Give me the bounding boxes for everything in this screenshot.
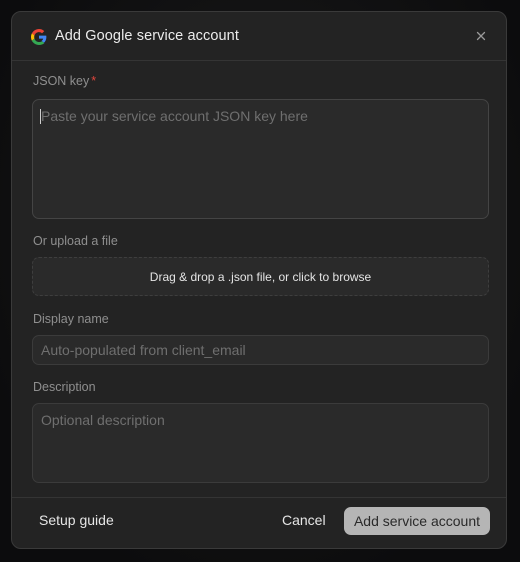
description-textarea[interactable] — [32, 403, 489, 483]
close-icon[interactable] — [474, 29, 488, 43]
add-service-account-button[interactable]: Add service account — [344, 507, 490, 535]
json-key-label-text: JSON key — [33, 74, 90, 88]
text-caret — [40, 109, 41, 124]
cancel-button[interactable]: Cancel — [274, 512, 334, 528]
google-icon — [31, 29, 47, 45]
file-dropzone[interactable]: Drag & drop a .json file, or click to br… — [32, 257, 489, 296]
dialog-header: Add Google service account — [12, 12, 506, 61]
dropzone-text: Drag & drop a .json file, or click to br… — [149, 269, 372, 284]
dialog-title: Add Google service account — [55, 28, 239, 44]
description-label: Description — [33, 380, 96, 394]
add-service-account-dialog: Add Google service account JSON key* Or … — [11, 11, 507, 549]
json-key-label: JSON key * — [33, 74, 96, 88]
required-marker: * — [91, 74, 97, 88]
dialog-footer: Setup guide Cancel Add service account — [12, 497, 506, 548]
setup-guide-button[interactable]: Setup guide — [30, 512, 123, 528]
display-name-input[interactable] — [32, 335, 489, 365]
display-name-label: Display name — [33, 312, 109, 326]
json-key-textarea[interactable] — [32, 99, 489, 219]
upload-label: Or upload a file — [33, 234, 118, 248]
